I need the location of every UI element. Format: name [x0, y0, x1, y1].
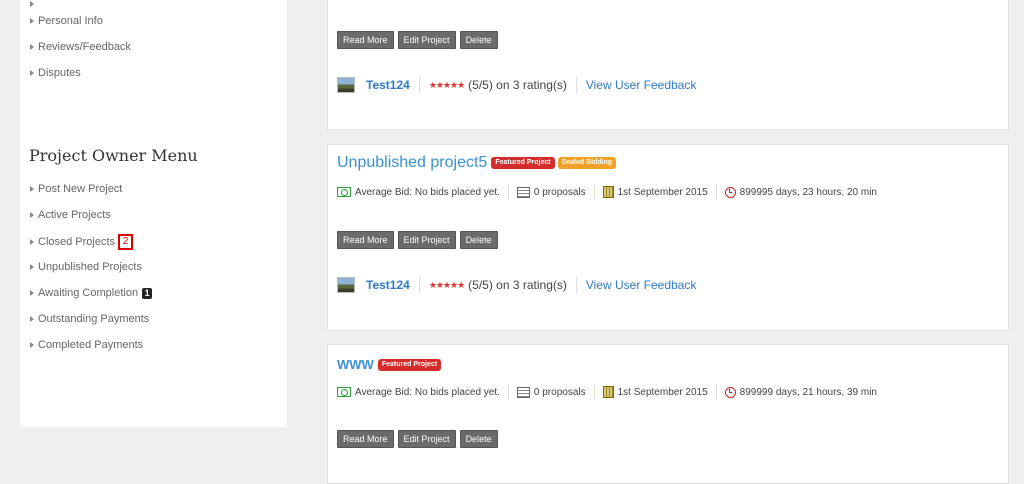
- view-user-feedback-link[interactable]: View User Feedback: [586, 278, 697, 292]
- divider: [593, 184, 595, 200]
- clock-icon: [724, 386, 736, 398]
- sidebar-item-label: Awaiting Completion: [38, 287, 139, 299]
- sidebar-item-label: Reviews/Feedback: [38, 41, 131, 53]
- owner-username-link[interactable]: Test124: [366, 278, 410, 292]
- owner-row: Test124 ★★★★★ (5/5) on 3 rating(s) View …: [337, 276, 696, 294]
- avatar[interactable]: [337, 277, 355, 293]
- clock-icon: [724, 186, 736, 198]
- money-icon: [337, 187, 351, 197]
- calendar-icon: [602, 186, 614, 198]
- posted-date: 1st September 2015: [617, 386, 708, 398]
- sealed-bidding-badge: Sealed Bidding: [557, 157, 617, 169]
- time-left: 899999 days, 21 hours, 39 min: [739, 386, 877, 398]
- project-card: Read More Edit Project Delete Test124 ★★…: [327, 0, 1009, 130]
- sidebar-item-outstanding-payments[interactable]: Outstanding Payments: [30, 311, 149, 327]
- caret-right-icon: [30, 212, 34, 218]
- project-title-row: WWW Featured Project: [337, 357, 444, 372]
- read-more-button[interactable]: Read More: [337, 231, 394, 249]
- caret-right-icon: [30, 239, 34, 245]
- avatar[interactable]: [337, 77, 355, 93]
- caret-right-icon: [30, 316, 34, 322]
- project-actions: Read More Edit Project Delete: [337, 231, 502, 249]
- count-badge: 1: [142, 287, 153, 299]
- project-card: Unpublished project5 Featured Project Se…: [327, 144, 1009, 331]
- sidebar-item-label: Unpublished Projects: [38, 261, 142, 273]
- sidebar-item-label: Personal Info: [38, 15, 103, 27]
- money-icon: [337, 387, 351, 397]
- sidebar-item-disputes[interactable]: Disputes: [30, 65, 81, 81]
- read-more-button[interactable]: Read More: [337, 31, 394, 49]
- divider: [715, 184, 717, 200]
- sidebar-item-partial[interactable]: [30, 0, 38, 12]
- star-rating-icon: ★★★★★: [428, 79, 465, 90]
- sidebar-item-post-new-project[interactable]: Post New Project: [30, 181, 122, 197]
- project-actions: Read More Edit Project Delete: [337, 430, 502, 448]
- proposals-count: 0 proposals: [533, 186, 586, 198]
- view-user-feedback-link[interactable]: View User Feedback: [586, 78, 697, 92]
- sidebar-item-label: Disputes: [38, 67, 81, 79]
- divider: [575, 77, 577, 93]
- sidebar-item-personal-info[interactable]: Personal Info: [30, 13, 103, 29]
- rating-text: (5/5) on 3 rating(s): [468, 78, 567, 92]
- divider: [418, 277, 420, 293]
- time-left: 899995 days, 23 hours, 20 min: [739, 186, 877, 198]
- project-actions: Read More Edit Project Delete: [337, 31, 502, 49]
- project-meta: Average Bid: No bids placed yet. 0 propo…: [337, 184, 877, 200]
- divider: [418, 77, 420, 93]
- sidebar-item-closed-projects[interactable]: Closed Projects 2: [30, 234, 134, 250]
- sidebar-item-reviews-feedback[interactable]: Reviews/Feedback: [30, 39, 131, 55]
- sidebar-item-label: Outstanding Payments: [38, 313, 150, 325]
- average-bid: Average Bid: No bids placed yet.: [355, 386, 500, 398]
- proposals-icon: [516, 186, 530, 198]
- sidebar-item-completed-payments[interactable]: Completed Payments: [30, 337, 143, 353]
- delete-button[interactable]: Delete: [459, 231, 498, 249]
- rating-text: (5/5) on 3 rating(s): [468, 278, 567, 292]
- caret-right-icon: [30, 1, 34, 7]
- edit-project-button[interactable]: Edit Project: [397, 231, 456, 249]
- annotation-marker: 2: [118, 234, 134, 250]
- project-title-link[interactable]: WWW: [337, 357, 374, 372]
- edit-project-button[interactable]: Edit Project: [397, 31, 456, 49]
- featured-project-badge: Featured Project: [377, 358, 442, 371]
- owner-row: Test124 ★★★★★ (5/5) on 3 rating(s) View …: [337, 76, 696, 94]
- edit-project-button[interactable]: Edit Project: [397, 430, 456, 448]
- divider: [715, 384, 717, 400]
- project-card: WWW Featured Project Average Bid: No bid…: [327, 344, 1009, 484]
- sidebar-item-label: Active Projects: [38, 209, 111, 221]
- star-rating-icon: ★★★★★: [428, 279, 465, 290]
- sidebar-item-label: Completed Payments: [38, 339, 144, 351]
- average-bid: Average Bid: No bids placed yet.: [355, 186, 500, 198]
- calendar-icon: [602, 386, 614, 398]
- divider: [507, 184, 509, 200]
- sidebar-item-label: Post New Project: [38, 183, 123, 195]
- delete-button[interactable]: Delete: [459, 31, 498, 49]
- project-owner-menu-heading: Project Owner Menu: [29, 146, 198, 165]
- project-title-link[interactable]: Unpublished project5: [337, 154, 487, 172]
- delete-button[interactable]: Delete: [459, 430, 498, 448]
- caret-right-icon: [30, 186, 34, 192]
- sidebar-item-unpublished-projects[interactable]: Unpublished Projects: [30, 259, 142, 275]
- divider: [575, 277, 577, 293]
- owner-username-link[interactable]: Test124: [366, 78, 410, 92]
- proposals-icon: [516, 386, 530, 398]
- sidebar-item-awaiting-completion[interactable]: Awaiting Completion 1: [30, 285, 153, 301]
- sidebar-item-active-projects[interactable]: Active Projects: [30, 207, 111, 223]
- featured-project-badge: Featured Project: [491, 157, 555, 169]
- caret-right-icon: [30, 44, 34, 50]
- divider: [593, 384, 595, 400]
- proposals-count: 0 proposals: [533, 386, 586, 398]
- caret-right-icon: [30, 264, 34, 270]
- divider: [507, 384, 509, 400]
- caret-right-icon: [30, 18, 34, 24]
- caret-right-icon: [30, 70, 34, 76]
- caret-right-icon: [30, 342, 34, 348]
- sidebar-item-label: Closed Projects: [38, 236, 116, 248]
- caret-right-icon: [30, 290, 34, 296]
- project-title-row: Unpublished project5 Featured Project Se…: [337, 154, 619, 172]
- sidebar: Personal Info Reviews/Feedback Disputes …: [20, 0, 287, 427]
- read-more-button[interactable]: Read More: [337, 430, 394, 448]
- posted-date: 1st September 2015: [617, 186, 708, 198]
- project-meta: Average Bid: No bids placed yet. 0 propo…: [337, 384, 877, 400]
